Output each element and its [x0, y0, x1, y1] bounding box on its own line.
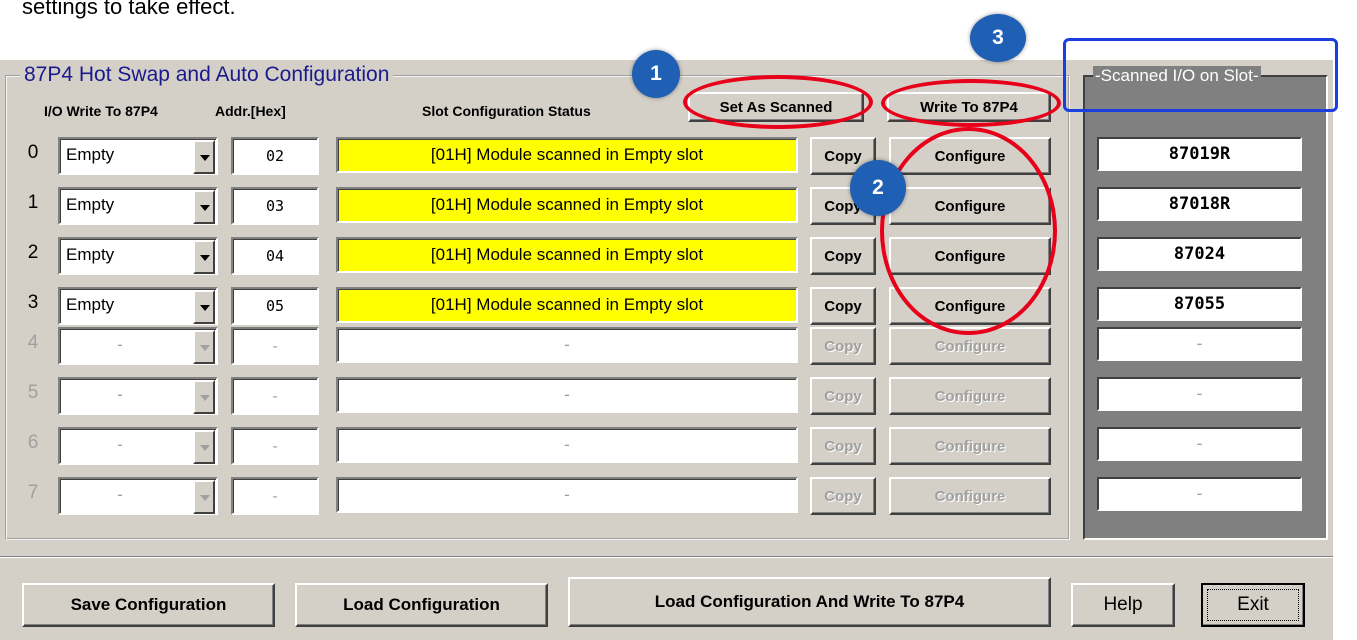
chevron-down-icon [200, 495, 210, 501]
slot-number: 7 [27, 482, 39, 503]
load-configuration-button[interactable]: Load Configuration [295, 583, 548, 627]
slot-status-field: - [336, 327, 798, 363]
scanned-io-value: 87055 [1097, 287, 1302, 321]
scanned-io-value: - [1097, 327, 1302, 361]
scanned-io-value: 87024 [1097, 237, 1302, 271]
module-select[interactable]: Empty [58, 187, 218, 225]
slot-status-field: [01H] Module scanned in Empty slot [336, 137, 798, 173]
copy-button[interactable]: Copy [810, 287, 876, 325]
copy-button: Copy [810, 427, 876, 465]
module-select[interactable]: Empty [58, 287, 218, 325]
focus-rect [1207, 589, 1299, 621]
header-io-write: I/O Write To 87P4 [44, 103, 158, 119]
address-field[interactable]: 04 [231, 237, 319, 275]
chevron-down-icon [200, 255, 210, 261]
slot-status-field: - [336, 477, 798, 513]
dropdown-button [193, 480, 215, 514]
address-field: - [231, 477, 319, 515]
slot-number: 2 [27, 242, 39, 263]
scanned-io-highlight-box [1063, 38, 1338, 112]
slot-number: 5 [27, 382, 39, 403]
scanned-io-value: - [1097, 377, 1302, 411]
chevron-down-icon [200, 305, 210, 311]
document-text: settings to take effect. [22, 0, 236, 19]
scanned-io-value: 87019R [1097, 137, 1302, 171]
scanned-io-value: - [1097, 477, 1302, 511]
dropdown-button[interactable] [193, 290, 215, 324]
module-select[interactable]: Empty [58, 137, 218, 175]
module-select[interactable]: Empty [58, 237, 218, 275]
configure-button: Configure [889, 377, 1051, 415]
slot-status-field: [01H] Module scanned in Empty slot [336, 237, 798, 273]
header-slot-status: Slot Configuration Status [422, 103, 591, 119]
slot-status-field: - [336, 377, 798, 413]
slot-number: 6 [27, 432, 39, 453]
address-field: - [231, 327, 319, 365]
dropdown-button [193, 430, 215, 464]
chevron-down-icon [200, 205, 210, 211]
chevron-down-icon [200, 445, 210, 451]
slot-number: 4 [27, 332, 39, 353]
dropdown-button [193, 330, 215, 364]
copy-button: Copy [810, 377, 876, 415]
module-select-value: Empty [66, 145, 115, 164]
dropdown-button[interactable] [193, 190, 215, 224]
copy-button[interactable]: Copy [810, 237, 876, 275]
address-field[interactable]: 02 [231, 137, 319, 175]
module-select-value: - [117, 335, 123, 354]
dropdown-button[interactable] [193, 240, 215, 274]
module-select-value: Empty [66, 245, 115, 264]
module-select-value: - [117, 435, 123, 454]
load-and-write-button[interactable]: Load Configuration And Write To 87P4 [568, 577, 1051, 627]
exit-button[interactable]: Exit [1201, 583, 1305, 627]
module-select: - [58, 327, 218, 365]
callout-ring-2 [880, 127, 1057, 335]
address-field: - [231, 377, 319, 415]
chevron-down-icon [200, 345, 210, 351]
callout-badge-3: 3 [970, 14, 1026, 62]
save-configuration-button[interactable]: Save Configuration [22, 583, 275, 627]
module-select: - [58, 377, 218, 415]
chevron-down-icon [200, 155, 210, 161]
module-select: - [58, 427, 218, 465]
slot-number: 0 [27, 142, 39, 163]
module-select: - [58, 477, 218, 515]
header-addr: Addr.[Hex] [215, 103, 286, 119]
module-select-value: Empty [66, 195, 115, 214]
slot-status-field: [01H] Module scanned in Empty slot [336, 287, 798, 323]
module-select-value: - [117, 485, 123, 504]
slot-status-field: - [336, 427, 798, 463]
callout-badge-1: 1 [632, 50, 680, 98]
slot-number: 3 [27, 292, 39, 313]
configure-button: Configure [889, 427, 1051, 465]
callout-badge-2: 2 [850, 160, 906, 216]
slot-status-field: [01H] Module scanned in Empty slot [336, 187, 798, 223]
module-select-value: Empty [66, 295, 115, 314]
copy-button: Copy [810, 477, 876, 515]
scanned-io-value: 87018R [1097, 187, 1302, 221]
address-field[interactable]: 05 [231, 287, 319, 325]
help-button[interactable]: Help [1071, 583, 1175, 627]
copy-button: Copy [810, 327, 876, 365]
frame-title: 87P4 Hot Swap and Auto Configuration [20, 63, 394, 87]
address-field: - [231, 427, 319, 465]
chevron-down-icon [200, 395, 210, 401]
dropdown-button [193, 380, 215, 414]
module-select-value: - [117, 385, 123, 404]
callout-ring-1 [683, 75, 873, 129]
configure-button: Configure [889, 477, 1051, 515]
dropdown-button[interactable] [193, 140, 215, 174]
slot-number: 1 [27, 192, 39, 213]
callout-ring-3 [881, 79, 1061, 127]
separator [0, 556, 1333, 558]
scanned-io-value: - [1097, 427, 1302, 461]
address-field[interactable]: 03 [231, 187, 319, 225]
